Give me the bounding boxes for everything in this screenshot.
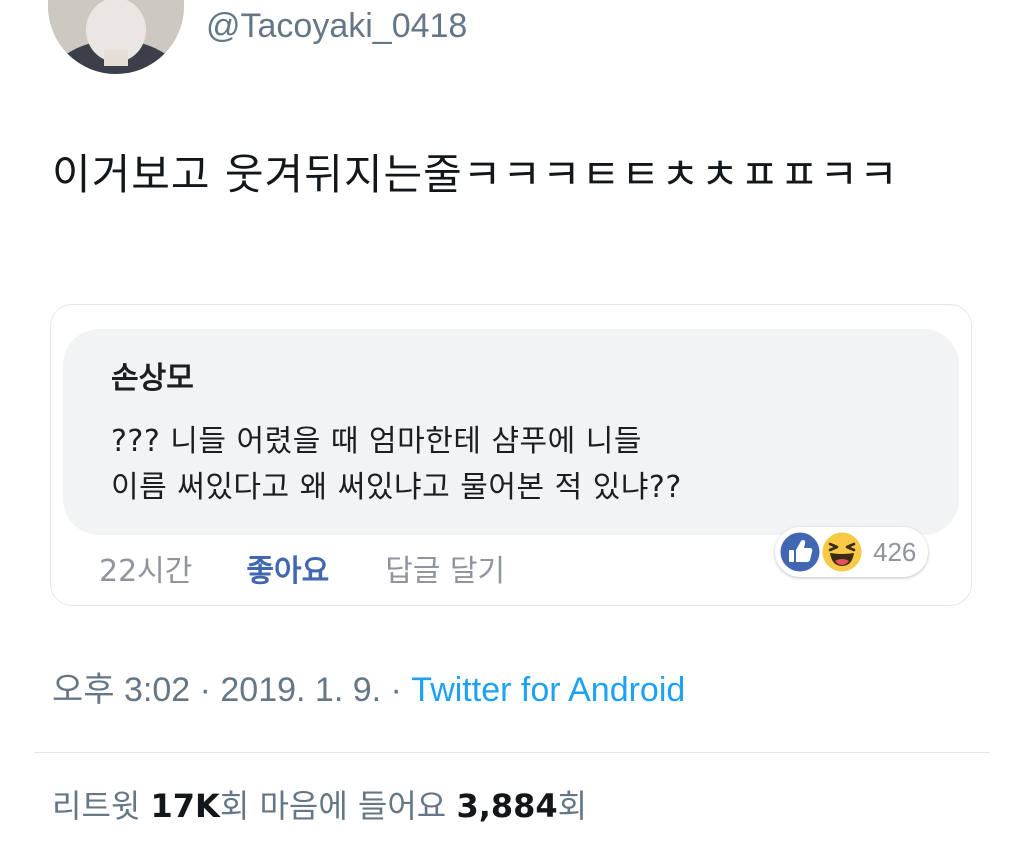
retweet-suffix: 회 마음에 들어요 [219, 787, 457, 825]
retweet-label: 리트윗 [52, 787, 151, 825]
likes-suffix: 회 [557, 787, 588, 825]
reaction-summary: 426 [775, 527, 929, 577]
comment-bubble: 손상모 ??? 니들 어렸을 때 엄마한테 샴푸에 니들 이름 써있다고 왜 써… [63, 329, 959, 535]
comment-time: 22시간 [99, 554, 193, 589]
user-handle[interactable]: @Tacoyaki_0418 [206, 4, 467, 48]
tweet-meta: 오후 3:02 · 2019. 1. 9. · Twitter for Andr… [52, 666, 685, 714]
comment-actions: 22시간 좋아요 답글 달기 [99, 543, 505, 593]
comment-body-line: 이름 써있다고 왜 써있냐고 물어본 적 있냐?? [111, 470, 682, 505]
comment-body-line: ??? 니들 어렸을 때 엄마한테 샴푸에 니들 [111, 424, 642, 459]
comment-like-button: 좋아요 [246, 554, 330, 589]
tweet-timestamp[interactable]: 오후 3:02 · 2019. 1. 9. · [52, 671, 411, 709]
comment-body: ??? 니들 어렸을 때 엄마한테 샴푸에 니들 이름 써있다고 왜 써있냐고 … [111, 419, 931, 511]
retweet-count[interactable]: 17K [151, 787, 220, 825]
likes-count[interactable]: 3,884 [456, 787, 557, 825]
comment-reply-button: 답글 달기 [385, 554, 506, 589]
tweet-text: 이거보고 웃겨뒤지는줄ㅋㅋㅋㅌㅌㅊㅊㅍㅍㅋㅋ [52, 150, 899, 199]
profile-photo-icon [48, 0, 184, 74]
laughing-face-icon [819, 529, 865, 575]
tweet-source-link[interactable]: Twitter for Android [411, 671, 685, 709]
tweet-media[interactable]: 손상모 ??? 니들 어렸을 때 엄마한테 샴푸에 니들 이름 써있다고 왜 써… [50, 304, 972, 606]
avatar[interactable] [48, 0, 184, 74]
tweet-stats: 리트윗 17K회 마음에 들어요 3,884회 [52, 782, 587, 830]
reaction-count: 426 [873, 536, 917, 567]
divider [34, 752, 990, 753]
thumbs-up-icon [777, 529, 823, 575]
comment-author: 손상모 [111, 361, 194, 396]
